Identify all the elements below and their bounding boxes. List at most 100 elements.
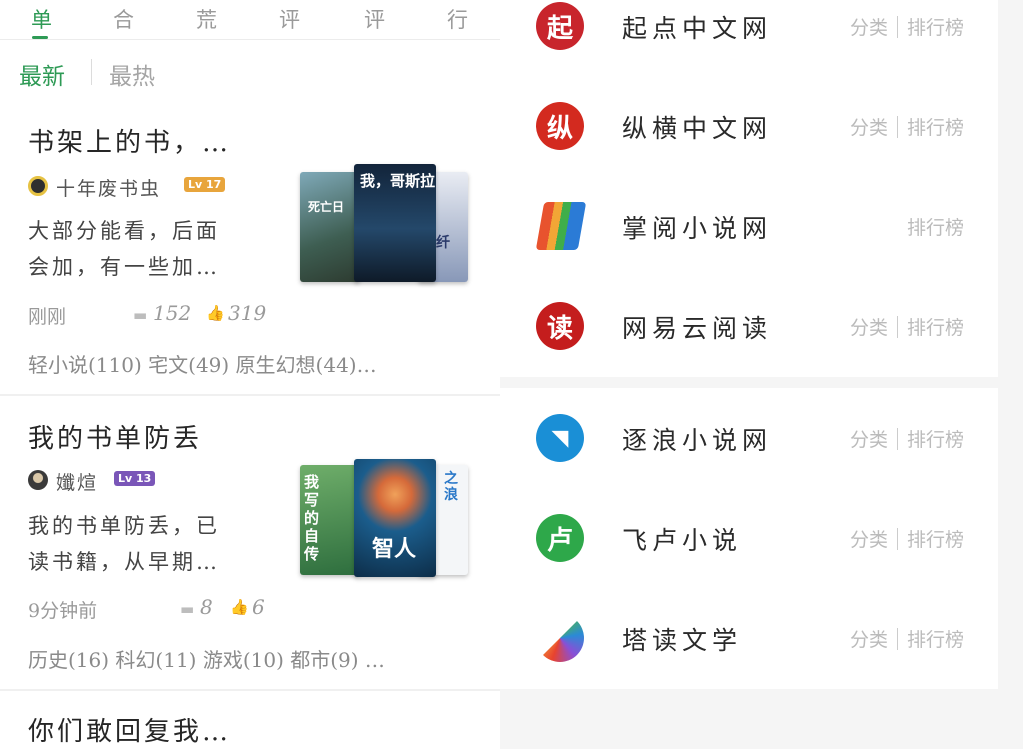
ranking-link[interactable]: 排行榜 xyxy=(907,529,964,551)
zongheng-logo-icon: 纵 xyxy=(536,102,584,150)
comment-icon: ▬ xyxy=(180,600,195,618)
comment-icon: ▬ xyxy=(133,306,148,324)
site-name[interactable]: 塔读文学 xyxy=(622,621,742,657)
list-title[interactable]: 书架上的书，… xyxy=(28,122,231,159)
site-name[interactable]: 掌阅小说网 xyxy=(622,209,772,245)
tab-6[interactable]: 行 xyxy=(447,4,468,34)
description-line: 读书籍，从早期… xyxy=(28,550,220,574)
cover-title: 死亡日 xyxy=(308,200,345,214)
comment-count: 8 xyxy=(200,595,213,619)
cover-title: 之浪 xyxy=(444,471,458,503)
author-name[interactable]: 十年废书虫 xyxy=(56,174,161,201)
category-link[interactable]: 分类 xyxy=(850,117,888,139)
site-links: 分类 排行榜 xyxy=(850,313,964,340)
site-row-feilu[interactable]: 卢 飞卢小说 分类 排行榜 xyxy=(500,488,998,588)
category-link[interactable]: 分类 xyxy=(850,17,888,39)
sort-hottest[interactable]: 最热 xyxy=(109,57,155,91)
site-group: ◥ 逐浪小说网 分类 排行榜 卢 飞卢小说 分类 排行榜 塔读文学 分类 排行榜 xyxy=(500,388,998,689)
link-separator xyxy=(896,528,898,550)
like-icon[interactable]: 👍 xyxy=(206,304,225,322)
netease-logo-icon: 读 xyxy=(536,302,584,350)
book-cover[interactable]: 死亡日 xyxy=(300,172,360,282)
tag-summary: 轻小说(110) 宅文(49) 原生幻想(44)… xyxy=(28,353,377,377)
author-name[interactable]: 孅煊 xyxy=(56,468,98,495)
site-group: 起 起点中文网 分类 排行榜 纵 纵横中文网 分类 排行榜 掌阅小说网 排行榜 读 … xyxy=(500,0,998,377)
site-name[interactable]: 飞卢小说 xyxy=(622,521,742,557)
category-link[interactable]: 分类 xyxy=(850,529,888,551)
level-value: 17 xyxy=(206,178,222,191)
level-value: 13 xyxy=(136,472,152,485)
post-time: 刚刚 xyxy=(28,306,67,328)
description-line: 我的书单防丢，已 xyxy=(28,514,220,538)
tab-2[interactable]: 合 xyxy=(113,4,134,34)
cover-title: 我，哥斯拉 xyxy=(360,172,436,190)
site-name[interactable]: 起点中文网 xyxy=(622,9,772,45)
tag-summary: 历史(16) 科幻(11) 游戏(10) 都市(9) … xyxy=(28,648,385,672)
author-avatar[interactable] xyxy=(28,176,48,196)
book-list-panel: 单 合 荒 评 评 行 最新 最热 书架上的书，… 十年废书虫 Lv 17 大部… xyxy=(0,0,500,749)
like-icon[interactable]: 👍 xyxy=(230,598,249,616)
like-count: 6 xyxy=(252,595,265,619)
site-name[interactable]: 逐浪小说网 xyxy=(622,421,772,457)
site-links: 分类 排行榜 xyxy=(850,13,964,40)
comment-count: 152 xyxy=(153,301,192,325)
list-title[interactable]: 你们敢回复我… xyxy=(28,711,231,748)
book-cover[interactable]: 我写的自传 xyxy=(300,465,360,575)
right-edge xyxy=(998,0,1023,749)
link-separator xyxy=(896,116,898,138)
category-link[interactable]: 分类 xyxy=(850,317,888,339)
ranking-link[interactable]: 排行榜 xyxy=(907,429,964,451)
site-row-qidian[interactable]: 起 起点中文网 分类 排行榜 xyxy=(500,0,998,76)
site-links: 分类 排行榜 xyxy=(850,525,964,552)
category-link[interactable]: 分类 xyxy=(850,629,888,651)
cover-title: 智人 xyxy=(372,537,417,562)
book-cover[interactable]: 智人 xyxy=(354,459,436,577)
cover-title: 我写的自传 xyxy=(304,473,320,563)
link-separator xyxy=(896,428,898,450)
list-description: 大部分能看，后面 会加，有一些加… xyxy=(28,213,278,285)
zhangyue-logo-icon xyxy=(535,202,587,250)
tadu-logo-icon xyxy=(536,614,584,662)
cover-stack[interactable]: 我写的自传 之浪 智人 xyxy=(300,459,470,577)
list-title[interactable]: 我的书单防丢 xyxy=(28,418,202,455)
like-count: 319 xyxy=(228,301,267,325)
site-row-tadu[interactable]: 塔读文学 分类 排行榜 xyxy=(500,588,998,688)
feilu-logo-icon: 卢 xyxy=(536,514,584,562)
site-row-zongheng[interactable]: 纵 纵横中文网 分类 排行榜 xyxy=(500,76,998,176)
site-links: 分类 排行榜 xyxy=(850,425,964,452)
level-badge: Lv 17 xyxy=(184,177,226,192)
book-cover[interactable]: 我，哥斯拉 xyxy=(354,164,436,282)
list-card[interactable]: 你们敢回复我… xyxy=(0,691,500,749)
site-row-zhulang[interactable]: ◥ 逐浪小说网 分类 排行榜 xyxy=(500,388,998,488)
author-avatar[interactable] xyxy=(28,470,48,490)
description-line: 大部分能看，后面 xyxy=(28,219,220,243)
level-badge: Lv 13 xyxy=(114,471,156,486)
ranking-link[interactable]: 排行榜 xyxy=(907,629,964,651)
site-row-netease[interactable]: 读 网易云阅读 分类 排行榜 xyxy=(500,276,998,376)
dolphin-logo-icon: ◥ xyxy=(536,414,584,462)
ranking-link[interactable]: 排行榜 xyxy=(907,217,964,239)
tab-4[interactable]: 评 xyxy=(279,4,300,34)
site-links: 排行榜 xyxy=(907,213,964,240)
ranking-link[interactable]: 排行榜 xyxy=(907,317,964,339)
ranking-link[interactable]: 排行榜 xyxy=(907,117,964,139)
category-link[interactable]: 分类 xyxy=(850,429,888,451)
ranking-link[interactable]: 排行榜 xyxy=(907,17,964,39)
sort-latest[interactable]: 最新 xyxy=(19,57,65,91)
site-directory-panel: 起 起点中文网 分类 排行榜 纵 纵横中文网 分类 排行榜 掌阅小说网 排行榜 读 … xyxy=(500,0,1023,749)
qidian-logo-icon: 起 xyxy=(536,2,584,50)
list-card[interactable]: 书架上的书，… 十年废书虫 Lv 17 大部分能看，后面 会加，有一些加… 死亡… xyxy=(0,98,500,394)
description-line: 会加，有一些加… xyxy=(28,255,220,279)
link-separator xyxy=(896,316,898,338)
site-name[interactable]: 纵横中文网 xyxy=(622,109,772,145)
site-row-zhangyue[interactable]: 掌阅小说网 排行榜 xyxy=(500,176,998,276)
site-links: 分类 排行榜 xyxy=(850,625,964,652)
list-card[interactable]: 我的书单防丢 孅煊 Lv 13 我的书单防丢，已 读书籍，从早期… 我写的自传 … xyxy=(0,396,500,689)
link-separator xyxy=(896,16,898,38)
tab-3[interactable]: 荒 xyxy=(196,4,217,34)
link-separator xyxy=(896,628,898,650)
tab-5[interactable]: 评 xyxy=(364,4,385,34)
cover-stack[interactable]: 死亡日 了纤 我，哥斯拉 xyxy=(300,164,470,282)
site-name[interactable]: 网易云阅读 xyxy=(622,309,772,345)
tab-list[interactable]: 单 xyxy=(31,4,52,34)
